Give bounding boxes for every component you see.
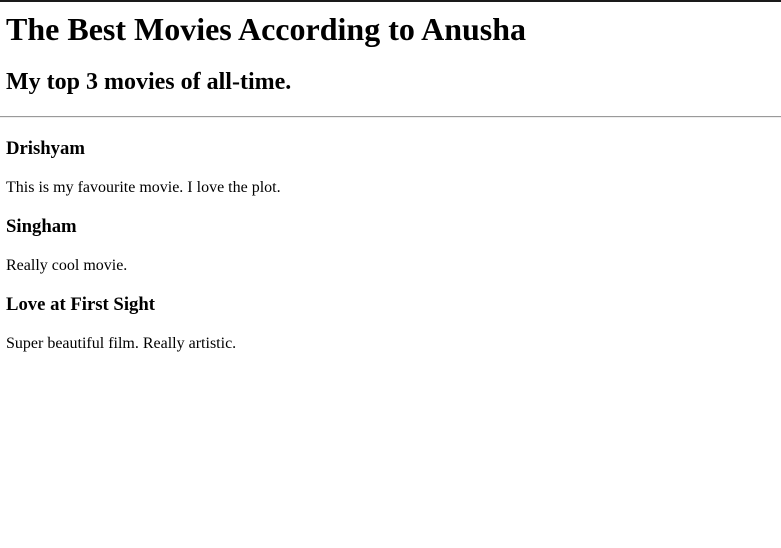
- movie-item: Drishyam This is my favourite movie. I l…: [6, 138, 781, 198]
- divider: [0, 116, 781, 118]
- movie-description: Super beautiful film. Really artistic.: [6, 335, 237, 352]
- page-title: The Best Movies According to Anusha: [6, 11, 527, 47]
- movie-item: Singham Really cool movie.: [6, 216, 781, 276]
- movie-list: Drishyam This is my favourite movie. I l…: [6, 138, 781, 354]
- page-content: The Best Movies According to Anusha My t…: [0, 10, 781, 354]
- movie-item: Love at First Sight Super beautiful film…: [6, 294, 781, 354]
- movie-title: Drishyam: [6, 138, 85, 159]
- movie-title: Singham: [6, 216, 77, 237]
- page-subtitle: My top 3 movies of all-time.: [6, 69, 292, 95]
- movie-description: This is my favourite movie. I love the p…: [6, 179, 281, 196]
- movie-title: Love at First Sight: [6, 294, 155, 315]
- movie-description: Really cool movie.: [6, 257, 128, 274]
